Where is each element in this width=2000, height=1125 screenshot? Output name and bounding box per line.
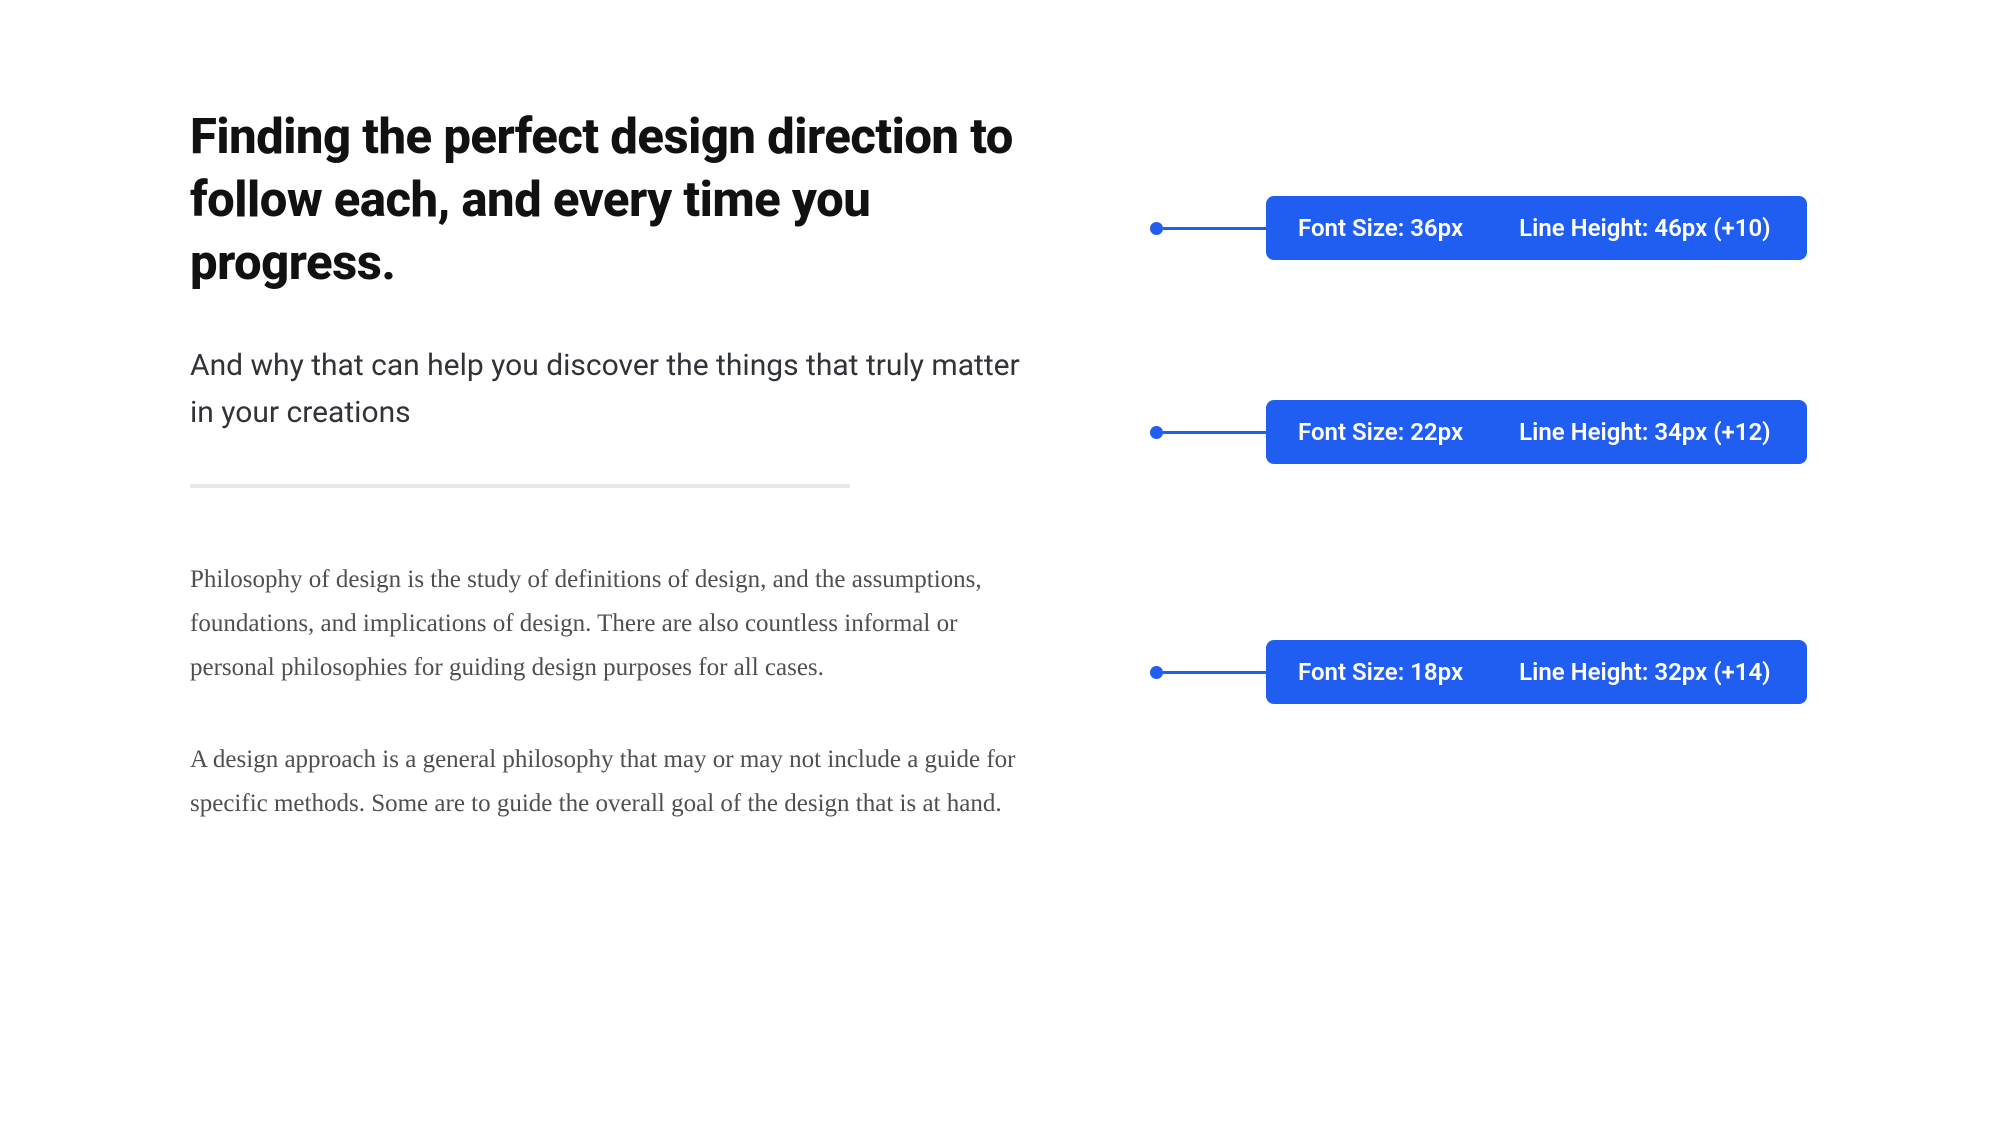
line-height-label: Line Height: 46px (+10) (1519, 214, 1770, 242)
font-size-label: Font Size: 22px (1298, 418, 1463, 446)
annotation-body: Font Size: 18px Line Height: 32px (+14) (1150, 640, 1807, 704)
sample-paragraph-1: Philosophy of design is the study of def… (190, 558, 1020, 690)
divider (190, 484, 850, 488)
annotation-box: Font Size: 36px Line Height: 46px (+10) (1266, 196, 1807, 260)
connector-line (1163, 671, 1266, 674)
connector-dot-icon (1150, 426, 1163, 439)
connector-line (1163, 431, 1266, 434)
annotation-heading: Font Size: 36px Line Height: 46px (+10) (1150, 196, 1807, 260)
annotation-subheading: Font Size: 22px Line Height: 34px (+12) (1150, 400, 1807, 464)
font-size-label: Font Size: 18px (1298, 658, 1463, 686)
line-height-label: Line Height: 32px (+14) (1519, 658, 1770, 686)
typography-sample: Finding the perfect design direction to … (190, 105, 1020, 874)
font-size-label: Font Size: 36px (1298, 214, 1463, 242)
line-height-label: Line Height: 34px (+12) (1519, 418, 1770, 446)
sample-heading: Finding the perfect design direction to … (190, 105, 1020, 294)
annotation-connector (1150, 222, 1266, 235)
connector-line (1163, 227, 1266, 230)
annotation-box: Font Size: 18px Line Height: 32px (+14) (1266, 640, 1807, 704)
annotation-connector (1150, 666, 1266, 679)
connector-dot-icon (1150, 666, 1163, 679)
connector-dot-icon (1150, 222, 1163, 235)
annotation-box: Font Size: 22px Line Height: 34px (+12) (1266, 400, 1807, 464)
sample-paragraph-2: A design approach is a general philosoph… (190, 738, 1020, 826)
annotation-connector (1150, 426, 1266, 439)
sample-subheading: And why that can help you discover the t… (190, 342, 1020, 436)
